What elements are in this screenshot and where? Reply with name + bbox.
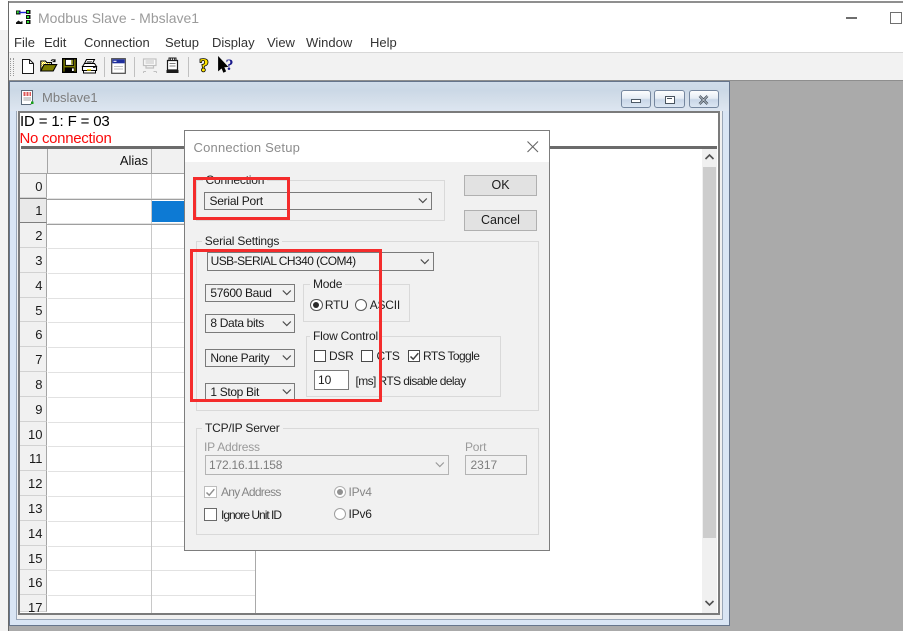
svg-text:?: ?: [226, 57, 234, 74]
svg-text:?: ?: [199, 56, 209, 75]
